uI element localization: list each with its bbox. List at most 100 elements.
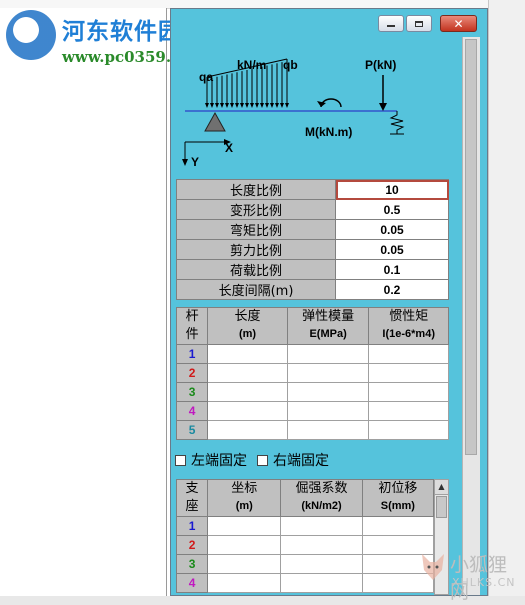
parameter-value-cell[interactable]: 0.05 — [335, 219, 449, 240]
members-cell[interactable] — [207, 420, 288, 440]
parameter-row: 长度比例 10 — [176, 179, 449, 200]
corner-watermark-sub: XHLKS.CN — [452, 576, 516, 589]
spring-support-icon — [389, 111, 405, 134]
row-number: 1 — [175, 344, 209, 364]
row-number: 2 — [175, 535, 209, 555]
members-row: 5 — [175, 420, 449, 440]
members-row: 2 — [175, 363, 449, 383]
supports-cell[interactable] — [280, 516, 363, 536]
load-arrowhead-icon — [235, 103, 239, 108]
load-arrowhead-icon — [245, 103, 249, 108]
supports-cell[interactable] — [280, 554, 363, 574]
supports-cell[interactable] — [207, 554, 282, 574]
left-fixed-label: 左端固定 — [191, 453, 247, 469]
y-axis-arrow-icon — [182, 159, 188, 166]
supports-row: 1 — [175, 516, 435, 536]
members-cell[interactable] — [368, 401, 449, 421]
host-window: 河东软件园 www.pc0359.cn ✕ qa kN/m qb P(kN) M… — [0, 0, 525, 605]
load-arrowhead-icon — [265, 103, 269, 108]
load-arrowhead-icon — [255, 103, 259, 108]
load-unit-label: kN/m — [237, 58, 267, 72]
header-line1: 初位移 — [378, 481, 418, 496]
supports-cell[interactable] — [280, 573, 363, 593]
beam-analysis-window: ✕ qa kN/m qb P(kN) M(kN.m) X Y 长度比例 10 变… — [170, 8, 488, 596]
qa-label: qa — [199, 70, 214, 84]
members-cell[interactable] — [368, 344, 449, 364]
members-cell[interactable] — [286, 344, 370, 364]
maximize-icon — [415, 20, 423, 27]
supports-column-header: 坐标 (m) — [207, 479, 282, 517]
left-fixed-checkbox[interactable]: 左端固定 — [175, 450, 247, 470]
window-vertical-scrollbar[interactable] — [462, 37, 480, 595]
parameter-label: 弯矩比例 — [176, 219, 336, 240]
beam-diagram-svg — [182, 58, 405, 166]
members-cell[interactable] — [286, 420, 370, 440]
members-column-header: 长度 (m) — [207, 307, 288, 345]
host-right-margin — [488, 0, 525, 605]
load-arrowhead-icon — [250, 103, 254, 108]
parameter-grid: 长度比例 10 变形比例 0.5 弯矩比例 0.05 剪力比例 0.05 荷载比例 0.1 长度间隔… — [176, 179, 449, 300]
parameter-label: 变形比例 — [176, 199, 336, 220]
header-line2: 件 — [185, 327, 199, 342]
supports-row: 2 — [175, 535, 435, 555]
supports-cell[interactable] — [207, 535, 282, 555]
moment-arrowhead-icon — [317, 101, 326, 107]
supports-cell[interactable] — [280, 535, 363, 555]
pin-support-icon — [204, 111, 226, 132]
header-line2: 座 — [185, 499, 199, 514]
members-column-header: 弹性模量 E(MPa) — [286, 307, 370, 345]
load-arrowhead-icon — [225, 103, 229, 108]
parameter-value-cell[interactable]: 10 — [335, 179, 449, 200]
moment-label: M(kN.m) — [305, 125, 353, 139]
supports-cell[interactable] — [361, 516, 435, 536]
members-cell[interactable] — [286, 401, 370, 421]
members-cell[interactable] — [207, 344, 288, 364]
members-row: 4 — [175, 401, 449, 421]
minimize-button[interactable] — [378, 15, 404, 32]
parameter-value-cell[interactable]: 0.2 — [335, 279, 449, 300]
fox-logo-icon — [422, 554, 444, 580]
supports-row: 4 — [175, 573, 435, 593]
header-line1: 惯性矩 — [389, 309, 429, 324]
load-arrowhead-icon — [210, 103, 214, 108]
parameter-label: 剪力比例 — [176, 239, 336, 260]
members-cell[interactable] — [368, 363, 449, 383]
parameter-value-cell[interactable]: 0.05 — [335, 239, 449, 260]
header-line1: 倔强系数 — [295, 481, 348, 496]
load-arrowhead-icon — [240, 103, 244, 108]
members-cell[interactable] — [207, 363, 288, 383]
members-cell[interactable] — [207, 382, 288, 402]
parameter-value-cell[interactable]: 0.1 — [335, 259, 449, 280]
support-grid-scroll-thumb[interactable] — [436, 496, 447, 518]
parameter-row: 变形比例 0.5 — [176, 199, 449, 220]
supports-cell[interactable] — [207, 573, 282, 593]
close-button[interactable]: ✕ — [440, 15, 477, 32]
parameter-label: 长度比例 — [176, 179, 336, 200]
right-fixed-checkbox[interactable]: 右端固定 — [257, 450, 329, 470]
members-cell[interactable] — [368, 420, 449, 440]
checkbox-icon — [257, 454, 268, 466]
parameter-value-cell[interactable]: 0.5 — [335, 199, 449, 220]
supports-column-header: 倔强系数 (kN/m2) — [280, 479, 363, 517]
members-cell[interactable] — [368, 382, 449, 402]
window-scroll-thumb[interactable] — [465, 39, 477, 455]
header-line2: I(1e-6*m4) — [382, 328, 435, 340]
members-cell[interactable] — [207, 401, 288, 421]
header-line2: (m) — [235, 500, 253, 512]
supports-row: 3 — [175, 554, 435, 574]
watermark-title: 河东软件园 — [62, 18, 182, 45]
supports-cell[interactable] — [207, 516, 282, 536]
members-row: 1 — [175, 344, 449, 364]
maximize-button[interactable] — [406, 15, 432, 32]
parameter-row: 荷载比例 0.1 — [176, 259, 449, 280]
header-line1: 支 — [185, 481, 199, 496]
support-grid: 支座 坐标 (m) 倔强系数 (kN/m2) 初位移 S(mm) 1234 — [175, 479, 435, 593]
right-fixed-label: 右端固定 — [273, 453, 329, 469]
load-arrowhead-icon — [260, 103, 264, 108]
row-number: 1 — [175, 516, 209, 536]
members-cell[interactable] — [286, 363, 370, 383]
member-grid: 杆件 长度 (m) 弹性模量 E(MPa) 惯性矩 I(1e-6*m4) 12345 — [175, 307, 449, 440]
supports-column-header: 初位移 S(mm) — [361, 479, 435, 517]
scroll-up-arrow-icon[interactable]: ▲ — [435, 480, 448, 495]
members-cell[interactable] — [286, 382, 370, 402]
